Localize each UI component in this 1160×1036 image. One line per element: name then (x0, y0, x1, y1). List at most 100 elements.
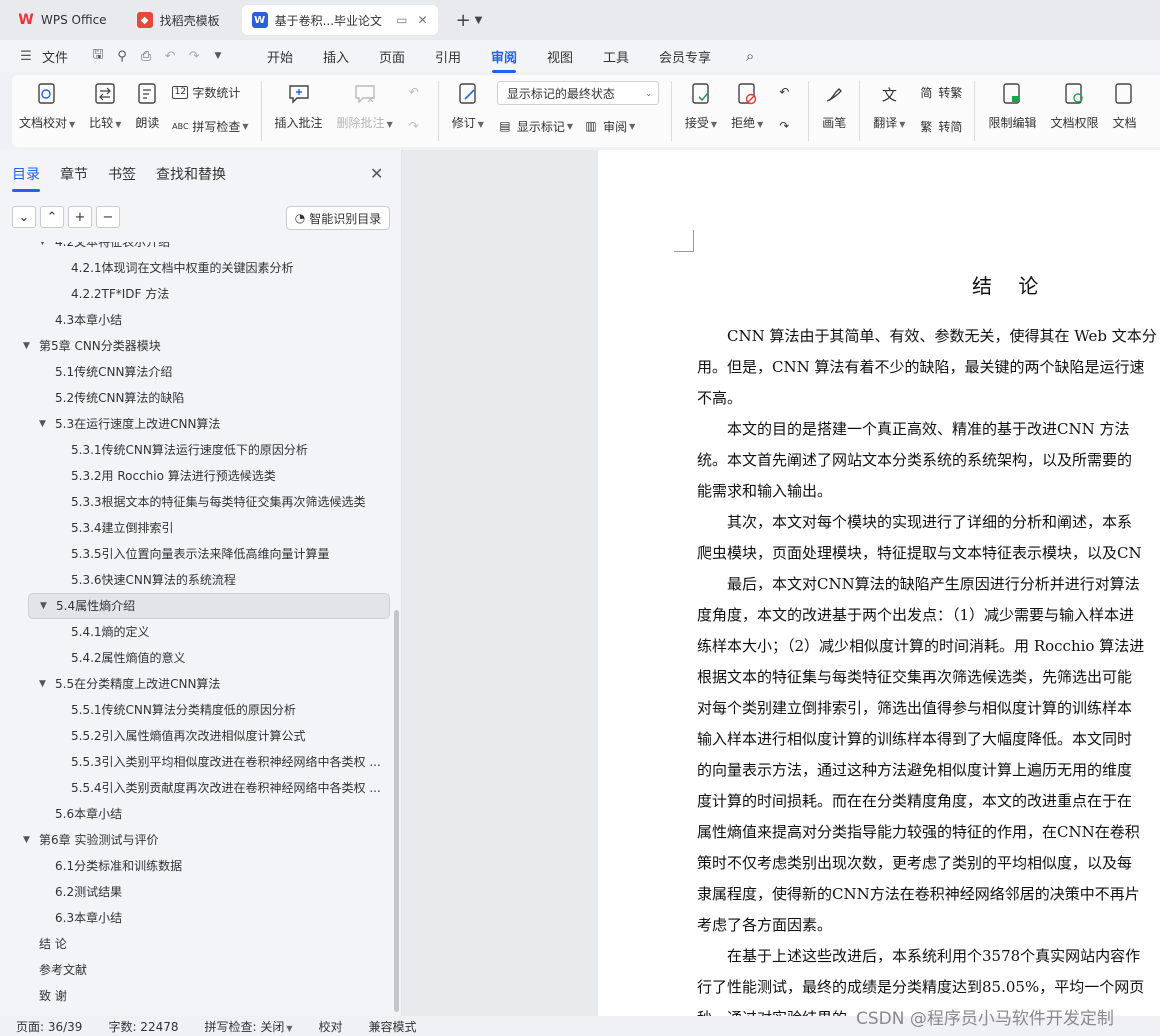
prev-comment-button[interactable]: ↶ (406, 81, 426, 103)
spell-check-button[interactable]: ABC 拼写检查 ▼ (172, 115, 248, 137)
word-count[interactable]: 字数: 22478 (108, 1018, 178, 1035)
toc-item[interactable]: ▼ 5.3在运行速度上改进CNN算法 (0, 411, 392, 437)
proofread-status[interactable]: 校对 (319, 1018, 343, 1035)
tab-find-replace[interactable]: 查找和替换 (156, 164, 226, 184)
toc-item[interactable]: 结 论 (0, 931, 392, 957)
insert-comment-button[interactable]: 插入批注 (268, 81, 330, 131)
toc-item[interactable]: 5.5.2引入属性熵值再次改进相似度计算公式 (0, 723, 392, 749)
print-preview-icon[interactable]: ⎙ (134, 49, 158, 64)
prev-change-button[interactable]: ↶ (776, 81, 796, 103)
word-count-button[interactable]: 12 字数统计 (172, 81, 248, 103)
tab-page[interactable]: 页面 (364, 47, 420, 66)
show-markup-button[interactable]: ▤ 显示标记 ▼ (497, 115, 573, 137)
toc-item[interactable]: 4.3本章小结 (0, 307, 392, 333)
save-icon[interactable]: 🖫 (86, 45, 110, 67)
reject-button[interactable]: 拒绝 ▼ (724, 81, 770, 131)
doc-extra-button[interactable]: 文档 (1105, 81, 1136, 131)
toc-item[interactable]: 5.5.4引入类别贡献度再次改进在卷积神经网络中各类权 ... (0, 775, 392, 801)
expand-triangle-icon[interactable]: ▼ (39, 242, 46, 255)
toc-item[interactable]: 致 谢 (0, 983, 392, 1009)
tab-wps-office[interactable]: W WPS Office (8, 5, 117, 35)
tab-chapters[interactable]: 章节 (60, 164, 88, 184)
toc-item[interactable]: 5.2传统CNN算法的缺陷 (0, 385, 392, 411)
toc-item[interactable]: 6.1分类标准和训练数据 (0, 853, 392, 879)
expand-down-icon[interactable]: ⌄ (12, 206, 36, 228)
review-pane-button[interactable]: ▥ 审阅 ▼ (583, 115, 635, 137)
toc-item[interactable]: 6.3本章小结 (0, 905, 392, 931)
tab-toc[interactable]: 目录 (12, 164, 40, 192)
quick-access-more-icon[interactable]: ▼ (206, 51, 230, 61)
toc-item[interactable]: ▼ 5.5在分类精度上改进CNN算法 (0, 671, 392, 697)
toc-item[interactable]: 5.3.4建立倒排索引 (0, 515, 392, 541)
tab-document[interactable]: W 基于卷积...毕业论文 ▭ ✕ (241, 5, 438, 35)
tab-insert[interactable]: 插入 (308, 47, 364, 66)
doc-proofread-button[interactable]: 文档校对 ▼ (12, 81, 82, 131)
share-icon[interactable]: ⚲ (110, 49, 134, 64)
to-simplified-button[interactable]: 繁转简 (918, 115, 962, 137)
toc-item[interactable]: 5.4.2属性熵值的意义 (0, 645, 392, 671)
tab-member[interactable]: 会员专享 (644, 47, 726, 66)
expand-triangle-icon[interactable]: ▼ (39, 411, 46, 437)
next-comment-button[interactable]: ↷ (406, 115, 426, 137)
next-change-button[interactable]: ↷ (776, 115, 796, 137)
toc-item[interactable]: 5.5.1传统CNN算法分类精度低的原因分析 (0, 697, 392, 723)
toc-item[interactable]: 5.4.1熵的定义 (0, 619, 392, 645)
to-traditional-button[interactable]: 简转繁 (918, 81, 962, 103)
undo-icon[interactable]: ↶ (158, 49, 182, 64)
add-heading-icon[interactable]: + (68, 206, 92, 228)
toc-item[interactable]: ▼ 5.4属性熵介绍 (28, 593, 390, 619)
toc-item[interactable]: 5.3.5引入位置向量表示法来降低高维向量计算量 (0, 541, 392, 567)
read-aloud-button[interactable]: 朗读 (128, 81, 166, 131)
tab-docer-templates[interactable]: ◆ 找稻壳模板 (127, 5, 230, 35)
restrict-edit-button[interactable]: 限制编辑 (981, 81, 1043, 131)
spell-check-status[interactable]: 拼写检查: 关闭 ▼ (205, 1018, 293, 1035)
toc-item[interactable]: 5.3.1传统CNN算法运行速度低下的原因分析 (0, 437, 392, 463)
pen-button[interactable]: 画笔 (815, 81, 853, 131)
smart-toc-button[interactable]: ◔ 智能识别目录 (286, 206, 390, 230)
hamburger-menu-icon[interactable]: ☰ (14, 49, 38, 64)
toc-item[interactable]: 参考文献 (0, 957, 392, 983)
tab-home[interactable]: 开始 (252, 47, 308, 66)
toc-item[interactable]: 5.1传统CNN算法介绍 (0, 359, 392, 385)
expand-triangle-icon[interactable]: ▼ (23, 827, 30, 853)
delete-comment-button[interactable]: 删除批注 ▼ (330, 81, 400, 131)
toc-item[interactable]: ▼ 第6章 实验测试与评价 (0, 827, 392, 853)
markup-mode-select[interactable]: 显示标记的最终状态 ⌄ (496, 81, 659, 105)
tab-float-icon[interactable]: ▭ (396, 13, 407, 27)
tab-references[interactable]: 引用 (420, 47, 476, 66)
toc-item[interactable]: 5.3.3根据文本的特征集与每类特征交集再次筛选候选类 (0, 489, 392, 515)
translate-button[interactable]: 文 翻译 ▼ (866, 81, 912, 131)
file-menu[interactable]: 文件 (42, 47, 68, 66)
toc-item[interactable]: 5.3.2用 Rocchio 算法进行预选候选类 (0, 463, 392, 489)
expand-triangle-icon[interactable]: ▼ (40, 594, 47, 618)
tab-list-chevron-icon[interactable]: ▼ (475, 15, 483, 26)
remove-heading-icon[interactable]: − (96, 206, 120, 228)
toc-item[interactable]: 4.2.1体现词在文档中权重的关键因素分析 (0, 255, 392, 281)
redo-icon[interactable]: ↷ (182, 49, 206, 64)
page-indicator[interactable]: 页面: 36/39 (16, 1018, 82, 1035)
compare-button[interactable]: 比较 ▼ (82, 81, 128, 131)
toc-scrollbar[interactable] (394, 610, 399, 1012)
accept-button[interactable]: 接受 ▼ (678, 81, 724, 131)
toc-item[interactable]: 4.2.2TF*IDF 方法 (0, 281, 392, 307)
revise-button[interactable]: 修订 ▼ (445, 81, 491, 131)
tab-view[interactable]: 视图 (532, 47, 588, 66)
tab-review[interactable]: 审阅 (476, 47, 532, 73)
tab-close-icon[interactable]: ✕ (418, 13, 428, 27)
search-icon[interactable]: ⌕ (738, 47, 762, 65)
doc-permission-button[interactable]: 文档权限 (1043, 81, 1105, 131)
expand-triangle-icon[interactable]: ▼ (23, 333, 30, 359)
document-page[interactable]: 结 论 CNN 算法由于其简单、有效、参数无关，使得其在 Web 文本分 用。但是… (598, 150, 1160, 1016)
expand-triangle-icon[interactable]: ▼ (39, 671, 46, 697)
tab-bookmarks[interactable]: 书签 (108, 164, 136, 184)
toc-item[interactable]: ▼ 4.2文本特征表示介绍 (0, 242, 392, 255)
toc-item[interactable]: 5.3.6快速CNN算法的系统流程 (0, 567, 392, 593)
toc-item[interactable]: 5.5.3引入类别平均相似度改进在卷积神经网络中各类权 ... (0, 749, 392, 775)
tab-tools[interactable]: 工具 (588, 47, 644, 66)
toc-item[interactable]: ▼ 第5章 CNN分类器模块 (0, 333, 392, 359)
toc-item[interactable]: 5.6本章小结 (0, 801, 392, 827)
collapse-up-icon[interactable]: ⌃ (40, 206, 64, 228)
new-tab-plus-icon[interactable]: + (456, 10, 471, 31)
close-icon[interactable]: ✕ (370, 164, 383, 183)
toc-item[interactable]: 6.2测试结果 (0, 879, 392, 905)
